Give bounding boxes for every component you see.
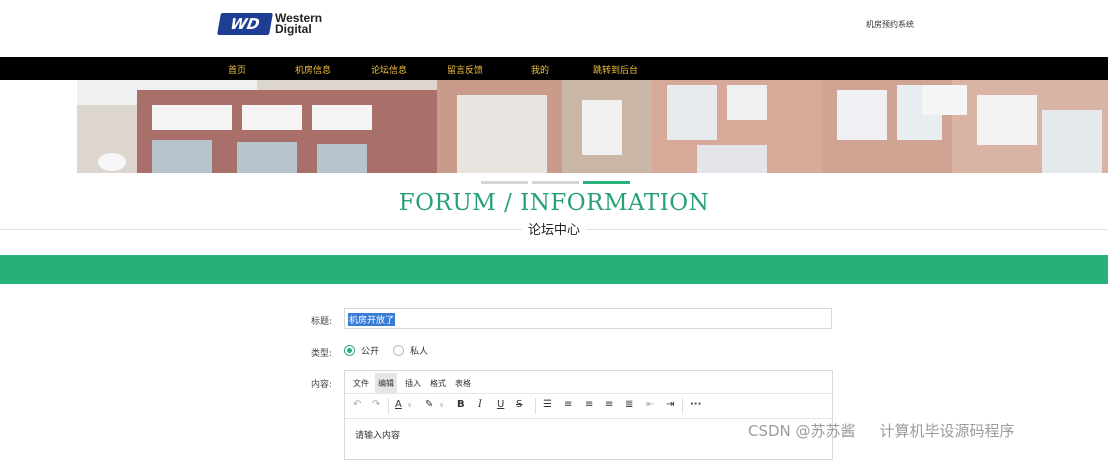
indent-icon[interactable]: ⇥ <box>666 399 674 410</box>
menu-format[interactable]: 格式 <box>430 378 446 389</box>
slider-dot[interactable] <box>532 181 579 184</box>
radio-private-label[interactable]: 私人 <box>410 344 428 357</box>
highlight-icon[interactable]: ✎ <box>425 399 433 410</box>
watermark-right: 计算机毕设源码程序 <box>879 422 1015 440</box>
redo-icon[interactable]: ↷ <box>372 399 380 410</box>
nav-room-info[interactable]: 机房信息 <box>295 63 331 76</box>
watermark-left: CSDN @苏苏酱 <box>748 422 856 440</box>
chevron-down-icon[interactable]: ∨ <box>407 401 412 409</box>
bold-icon[interactable]: B <box>457 399 465 410</box>
main-nav: 首页 机房信息 论坛信息 留言反馈 我的 跳转到后台 <box>0 57 1108 80</box>
editor-menubar: 文件 编辑 插入 格式 表格 <box>345 371 832 394</box>
align-left-icon[interactable]: ≡ <box>564 399 572 410</box>
banner-image <box>77 80 1108 173</box>
more-icon[interactable]: ··· <box>690 399 701 410</box>
toolbar-separator <box>535 398 536 414</box>
title-label: 标题: <box>311 317 333 327</box>
outdent-icon[interactable]: ⇤ <box>646 399 654 410</box>
text-color-icon[interactable]: A <box>395 399 402 410</box>
menu-insert[interactable]: 插入 <box>405 378 421 389</box>
nav-admin[interactable]: 跳转到后台 <box>593 63 638 76</box>
strikethrough-icon[interactable]: S <box>516 399 522 410</box>
watermark: CSDN @苏苏酱 计算机毕设源码程序 <box>748 420 1015 441</box>
menu-edit[interactable]: 编辑 <box>375 373 397 394</box>
menu-file[interactable]: 文件 <box>353 378 369 389</box>
wd-logo-mark: WD <box>217 13 273 35</box>
editor-placeholder[interactable]: 请输入内容 <box>355 428 400 441</box>
align-center-icon[interactable]: ≡ <box>585 399 593 410</box>
logo[interactable]: WD Western Digital <box>217 12 322 36</box>
line-height-icon[interactable]: ☰ <box>543 399 552 410</box>
section-title: FORUM / INFORMATION <box>398 190 710 216</box>
align-right-icon[interactable]: ≡ <box>605 399 613 410</box>
nav-forum[interactable]: 论坛信息 <box>371 63 407 76</box>
menu-table[interactable]: 表格 <box>455 378 471 389</box>
nav-mine[interactable]: 我的 <box>531 63 549 76</box>
slider-dot[interactable] <box>481 181 528 184</box>
toolbar-separator <box>388 398 389 414</box>
type-radio-group: 公开 私人 <box>344 344 428 357</box>
undo-icon[interactable]: ↶ <box>353 399 361 410</box>
section-subtitle: 论坛中心 <box>0 219 1108 238</box>
radio-public[interactable] <box>344 345 355 356</box>
logo-wordmark: Western Digital <box>275 12 322 36</box>
site-name: 机房预约系统 <box>866 20 914 29</box>
title-input-value: 机房开放了 <box>348 313 396 326</box>
building-photo <box>77 80 1108 173</box>
section-green-bar <box>0 255 1108 284</box>
content-label: 内容: <box>311 380 333 390</box>
chevron-down-icon[interactable]: ∨ <box>439 401 444 409</box>
nav-feedback[interactable]: 留言反馈 <box>447 63 483 76</box>
rich-text-editor[interactable]: 文件 编辑 插入 格式 表格 ↶ ↷ A ∨ ✎ ∨ B I U S ☰ ≡ ≡… <box>344 370 833 460</box>
radio-private[interactable] <box>393 345 405 356</box>
radio-public-label[interactable]: 公开 <box>361 344 379 357</box>
underline-icon[interactable]: U <box>497 399 504 410</box>
italic-icon[interactable]: I <box>478 399 482 410</box>
slider-dot-active[interactable] <box>583 181 630 184</box>
logo-line-2: Digital <box>275 22 312 36</box>
section-subtitle-text: 论坛中心 <box>521 223 586 238</box>
title-input[interactable]: 机房开放了 <box>344 308 832 329</box>
site-header: WD Western Digital 机房预约系统 <box>0 0 1108 57</box>
toolbar-separator <box>682 398 683 414</box>
editor-toolbar: ↶ ↷ A ∨ ✎ ∨ B I U S ☰ ≡ ≡ ≡ ≣ ⇤ ⇥ ··· <box>345 394 832 419</box>
align-justify-icon[interactable]: ≣ <box>625 399 633 410</box>
nav-home[interactable]: 首页 <box>228 63 246 76</box>
type-label: 类型: <box>311 349 333 359</box>
